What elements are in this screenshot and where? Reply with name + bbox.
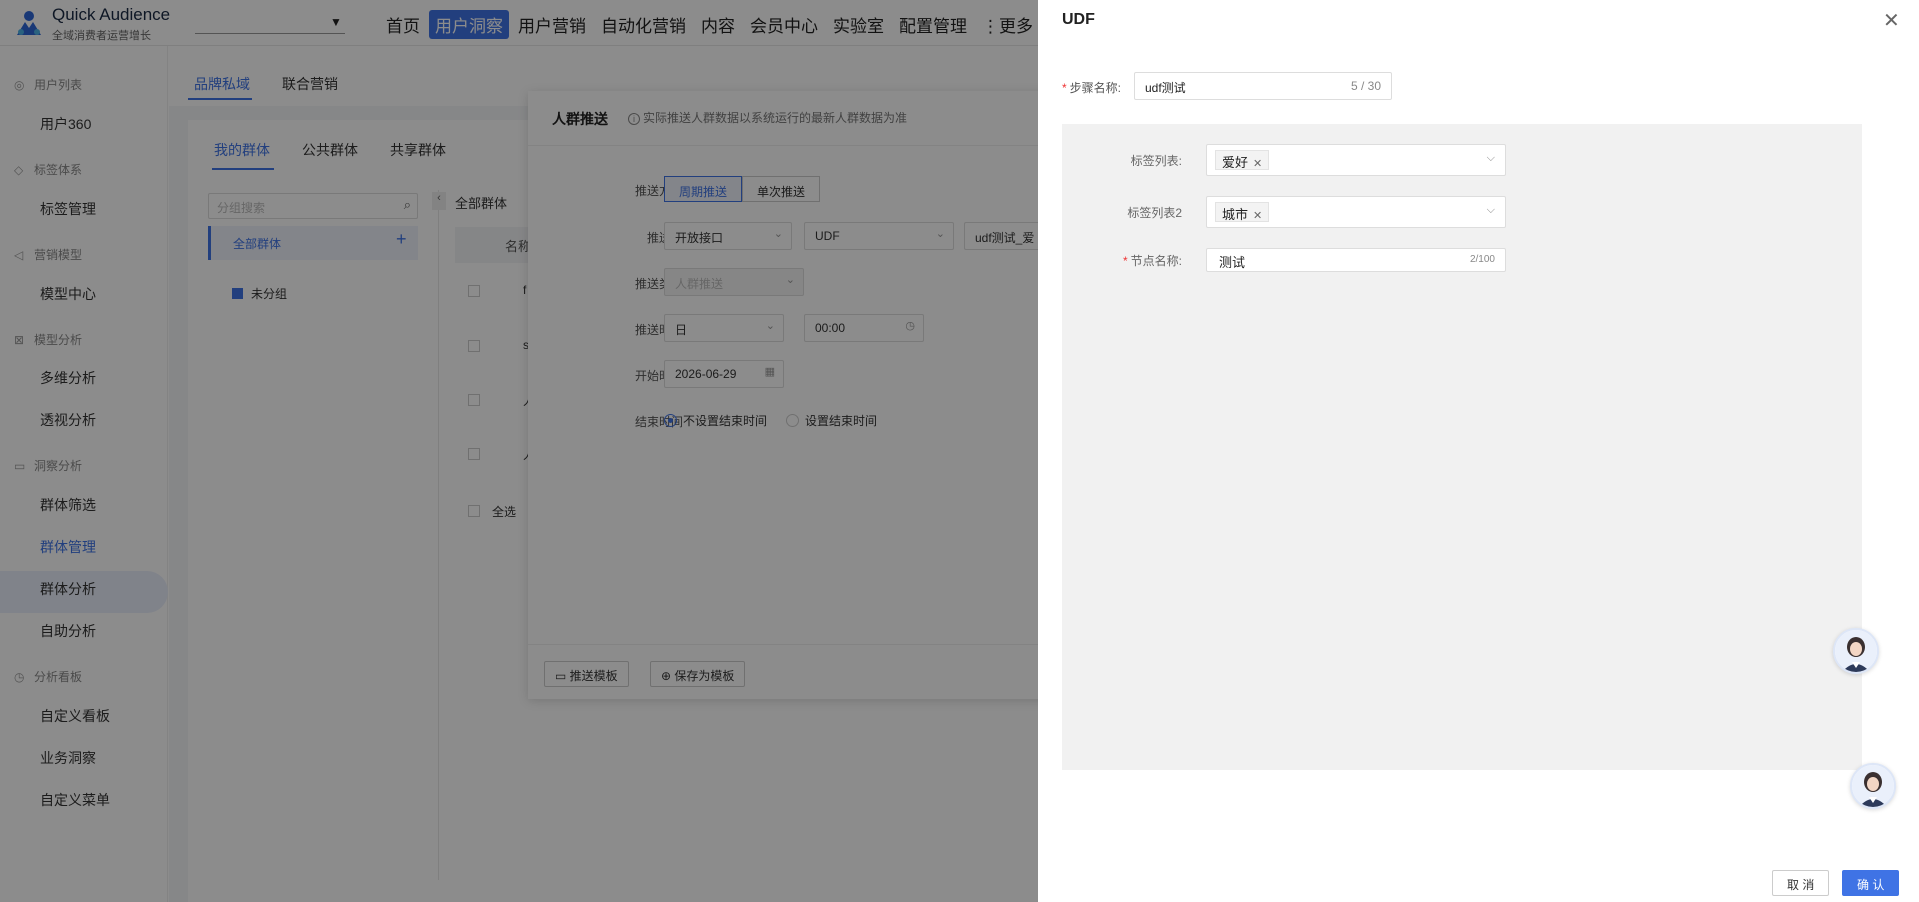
required-mark: * [1122, 254, 1128, 268]
assistant-float-avatar-icon[interactable] [1850, 763, 1896, 809]
node-name-counter: 2/100 [1469, 254, 1495, 265]
drawer-title: UDF [1062, 11, 1095, 28]
step-name-value: udf测试 [1145, 81, 1186, 95]
step-name-input[interactable]: udf测试 5 / 30 [1134, 72, 1392, 100]
chevron-down-icon[interactable]: ⌵ [1487, 204, 1495, 217]
modal-mask[interactable] [0, 0, 1038, 902]
selected-tag-label: 爱好 [1222, 155, 1249, 170]
tag-list-select[interactable]: 爱好 ✕ ⌵ [1206, 144, 1506, 176]
assistant-avatar-icon[interactable] [1833, 628, 1879, 674]
udf-drawer: UDF ✕ * 步骤名称: udf测试 5 / 30 标签列表: 爱好 ✕ ⌵ 标签列… [1038, 0, 1919, 902]
chevron-down-icon[interactable]: ⌵ [1487, 152, 1495, 165]
selected-tag-label: 城市 [1222, 207, 1249, 222]
selected-tag: 城市 ✕ [1215, 202, 1270, 222]
step-name-label-text: 步骤名称: [1069, 81, 1122, 95]
tag-list2-label: 标签列表2 [1127, 206, 1182, 220]
node-name-label: * 节点名称: [1082, 252, 1182, 269]
node-name-value: 测试 [1219, 255, 1246, 270]
required-mark: * [1062, 81, 1067, 95]
udf-config-area: 标签列表: 爱好 ✕ ⌵ 标签列表2 城市 ✕ ⌵ * 节点名称: 测试 2/100 [1062, 124, 1879, 770]
tag-list-label: 标签列表: [1130, 154, 1182, 168]
remove-tag-icon[interactable]: ✕ [1253, 158, 1262, 170]
step-name-label: * 步骤名称: [1062, 79, 1121, 96]
selected-tag: 爱好 ✕ [1215, 150, 1270, 170]
close-icon[interactable]: ✕ [1883, 8, 1900, 33]
remove-tag-icon[interactable]: ✕ [1253, 210, 1262, 222]
node-name-input[interactable]: 测试 2/100 [1206, 248, 1506, 272]
confirm-button[interactable]: 确 认 [1842, 870, 1900, 896]
node-name-label-text: 节点名称: [1130, 254, 1182, 268]
tag-list2-select[interactable]: 城市 ✕ ⌵ [1206, 196, 1506, 228]
step-name-counter: 5 / 30 [1350, 79, 1381, 93]
cancel-button[interactable]: 取 消 [1772, 870, 1830, 896]
